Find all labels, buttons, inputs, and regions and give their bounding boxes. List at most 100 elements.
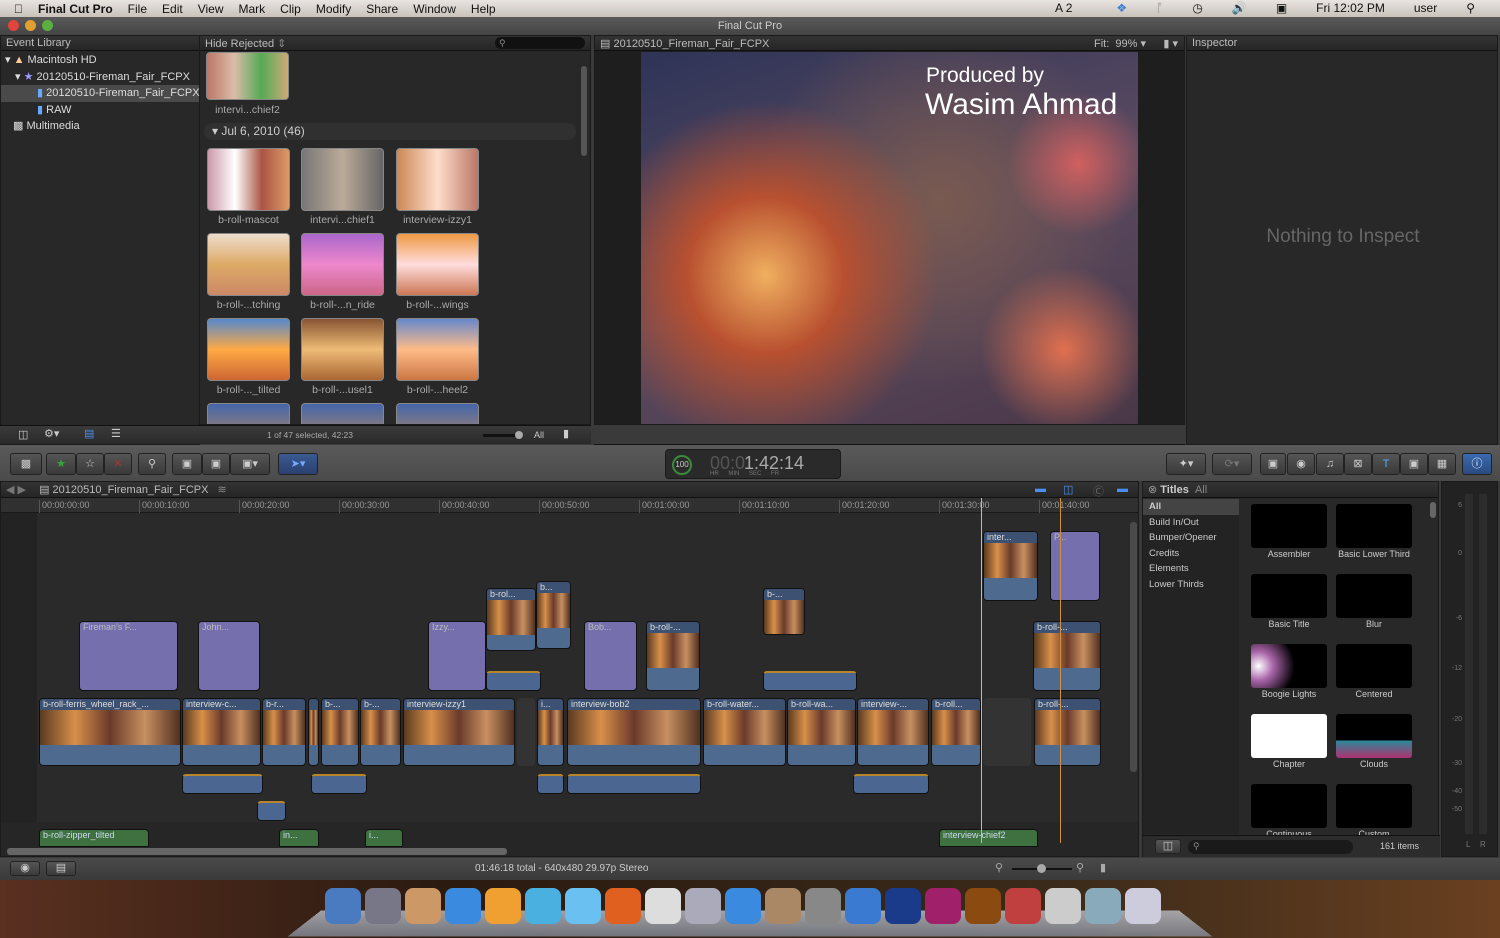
- title-thumbnail[interactable]: [1251, 574, 1327, 618]
- inspector-button[interactable]: ⓘ: [1462, 453, 1492, 475]
- menu-edit[interactable]: Edit: [162, 2, 183, 16]
- menu-app[interactable]: Final Cut Pro: [38, 2, 113, 16]
- clock[interactable]: Fri 12:02 PM: [1316, 1, 1385, 15]
- library-item-event-selected[interactable]: ▮ 20120510-Fireman_Fair_FCPX: [1, 85, 200, 102]
- clip-thumbnail[interactable]: [206, 52, 289, 100]
- insert-clip-button[interactable]: ▣: [202, 453, 230, 475]
- unrate-button[interactable]: ☆: [76, 453, 104, 475]
- menu-file[interactable]: File: [128, 2, 147, 16]
- browser-scrollbar[interactable]: [581, 66, 587, 156]
- library-item-event-folder[interactable]: ▾ ★ 20120510-Fireman_Fair_FCPX: [1, 69, 199, 86]
- forward-icon[interactable]: ▶: [18, 484, 26, 496]
- timeline-zoom-slider[interactable]: [1012, 864, 1072, 873]
- clip-thumbnail[interactable]: [396, 233, 479, 296]
- video-skimming-icon[interactable]: ▬: [1035, 483, 1046, 495]
- user-menu[interactable]: user: [1414, 1, 1437, 15]
- filmstrip-view-icon[interactable]: ▤: [84, 427, 94, 440]
- primary-clip[interactable]: b-roll-...: [1034, 698, 1101, 766]
- apple-menu-icon[interactable]: : [14, 2, 23, 16]
- clip-thumbnail[interactable]: [301, 148, 384, 211]
- dock-trash-icon[interactable]: [1125, 888, 1161, 924]
- zoom-window-button[interactable]: [42, 20, 53, 31]
- title-clip[interactable]: Bob...: [584, 621, 637, 691]
- photos-browser-button[interactable]: ◉: [1287, 453, 1315, 475]
- date-group-header[interactable]: ▾ Jul 6, 2010 (46): [204, 123, 576, 140]
- dock-preview-icon[interactable]: [685, 888, 721, 924]
- primary-clip[interactable]: b-...: [321, 698, 359, 766]
- primary-clip[interactable]: b-roll-ferris_wheel_rack_...: [39, 698, 181, 766]
- dock-dashboard-icon[interactable]: [405, 888, 441, 924]
- clip-thumbnail[interactable]: [301, 233, 384, 296]
- volume-icon[interactable]: 🔊: [1232, 1, 1247, 15]
- dock-iphoto-sharing-icon[interactable]: [485, 888, 521, 924]
- library-item-macintosh-hd[interactable]: ▾ ▲ Macintosh HD: [1, 52, 199, 69]
- audio-skimming-icon[interactable]: ◫: [1063, 483, 1073, 496]
- close-browser-icon[interactable]: ⊗: [1148, 484, 1157, 496]
- menu-view[interactable]: View: [198, 2, 224, 16]
- primary-clip[interactable]: i...: [537, 698, 564, 766]
- dock-final-cut-pro-icon[interactable]: [1005, 888, 1041, 924]
- timeline-horizontal-scrollbar[interactable]: [7, 848, 507, 855]
- retime-button[interactable]: ⟳▾: [1212, 453, 1252, 475]
- time-machine-icon[interactable]: ◷: [1192, 1, 1202, 15]
- background-task-progress[interactable]: 100: [672, 455, 692, 475]
- clip-size-slider[interactable]: [483, 431, 523, 439]
- connected-clip[interactable]: inter...: [983, 531, 1038, 601]
- dock-quicktime-icon[interactable]: [845, 888, 881, 924]
- clip-thumbnail[interactable]: [207, 148, 290, 211]
- title-category-elements[interactable]: Elements: [1143, 561, 1239, 577]
- viewer-video-frame[interactable]: Produced by Wasim Ahmad: [641, 52, 1138, 424]
- dock-launchpad-icon[interactable]: [365, 888, 401, 924]
- title-thumbnail[interactable]: [1336, 714, 1412, 758]
- audio-clip[interactable]: [537, 774, 564, 794]
- title-thumbnail[interactable]: [1336, 574, 1412, 618]
- clip-thumbnail[interactable]: [207, 233, 290, 296]
- menu-window[interactable]: Window: [413, 2, 456, 16]
- keyword-button[interactable]: ⚲: [138, 453, 166, 475]
- themes-browser-button[interactable]: ▦: [1428, 453, 1456, 475]
- connected-clip[interactable]: b-roll-...: [1033, 621, 1101, 691]
- audio-meter-toggle-icon[interactable]: ◉: [10, 861, 40, 876]
- toggle-sidebar-button[interactable]: ◫: [1155, 839, 1181, 854]
- enhancements-button[interactable]: ✦▾: [1166, 453, 1206, 475]
- title-thumbnail[interactable]: [1336, 784, 1412, 828]
- dock-finder-icon[interactable]: [325, 888, 361, 924]
- title-category-bumper-opener[interactable]: Bumper/Opener: [1143, 530, 1239, 546]
- playhead[interactable]: [981, 498, 982, 843]
- clip-appearance-icon[interactable]: ▤: [46, 861, 76, 876]
- list-view-icon[interactable]: ☰: [111, 427, 121, 440]
- dock-bridge-icon[interactable]: [965, 888, 1001, 924]
- dock-firefox-icon[interactable]: [605, 888, 641, 924]
- dock-app-store-icon[interactable]: [445, 888, 481, 924]
- title-clip[interactable]: Izzy...: [428, 621, 486, 691]
- connected-clip[interactable]: b-...: [763, 588, 805, 635]
- title-thumbnail[interactable]: [1251, 714, 1327, 758]
- title-thumbnail[interactable]: [1336, 504, 1412, 548]
- favorite-button[interactable]: ★: [46, 453, 76, 475]
- search-input[interactable]: ⚲: [495, 37, 585, 49]
- clip-height-icon[interactable]: ▮: [1100, 861, 1106, 874]
- title-category-build-in-out[interactable]: Build In/Out: [1143, 515, 1239, 531]
- primary-clip[interactable]: interview-izzy1: [403, 698, 515, 766]
- dock-applications-icon[interactable]: [1085, 888, 1121, 924]
- bluetooth-icon[interactable]: ᚩ: [1156, 1, 1163, 15]
- dock-system-preferences-icon[interactable]: [805, 888, 841, 924]
- dock-sparkle-icon[interactable]: [525, 888, 561, 924]
- dashboard-timecode[interactable]: 100 00:0 1:42:14 HR MIN SEC FR: [665, 449, 841, 479]
- primary-clip[interactable]: b-r...: [262, 698, 306, 766]
- dropbox-icon[interactable]: ❖: [1116, 1, 1127, 15]
- timeline-vertical-scrollbar[interactable]: [1130, 522, 1137, 772]
- audio-clip[interactable]: [763, 671, 857, 691]
- music-browser-button[interactable]: ♫: [1316, 453, 1344, 475]
- transitions-browser-button[interactable]: ⊠: [1344, 453, 1372, 475]
- generators-browser-button[interactable]: ▣: [1400, 453, 1428, 475]
- title-clip[interactable]: P...: [1050, 531, 1100, 601]
- zoom-in-icon[interactable]: ⚲: [1076, 861, 1084, 874]
- title-thumbnail[interactable]: [1251, 504, 1327, 548]
- primary-clip[interactable]: b-...: [360, 698, 401, 766]
- primary-clip[interactable]: b-roll-water...: [703, 698, 786, 766]
- view-options-icon[interactable]: ▮ ▾: [1163, 37, 1178, 50]
- dock-calendar-icon[interactable]: [645, 888, 681, 924]
- title-category-all[interactable]: All: [1143, 499, 1239, 515]
- minimize-window-button[interactable]: [25, 20, 36, 31]
